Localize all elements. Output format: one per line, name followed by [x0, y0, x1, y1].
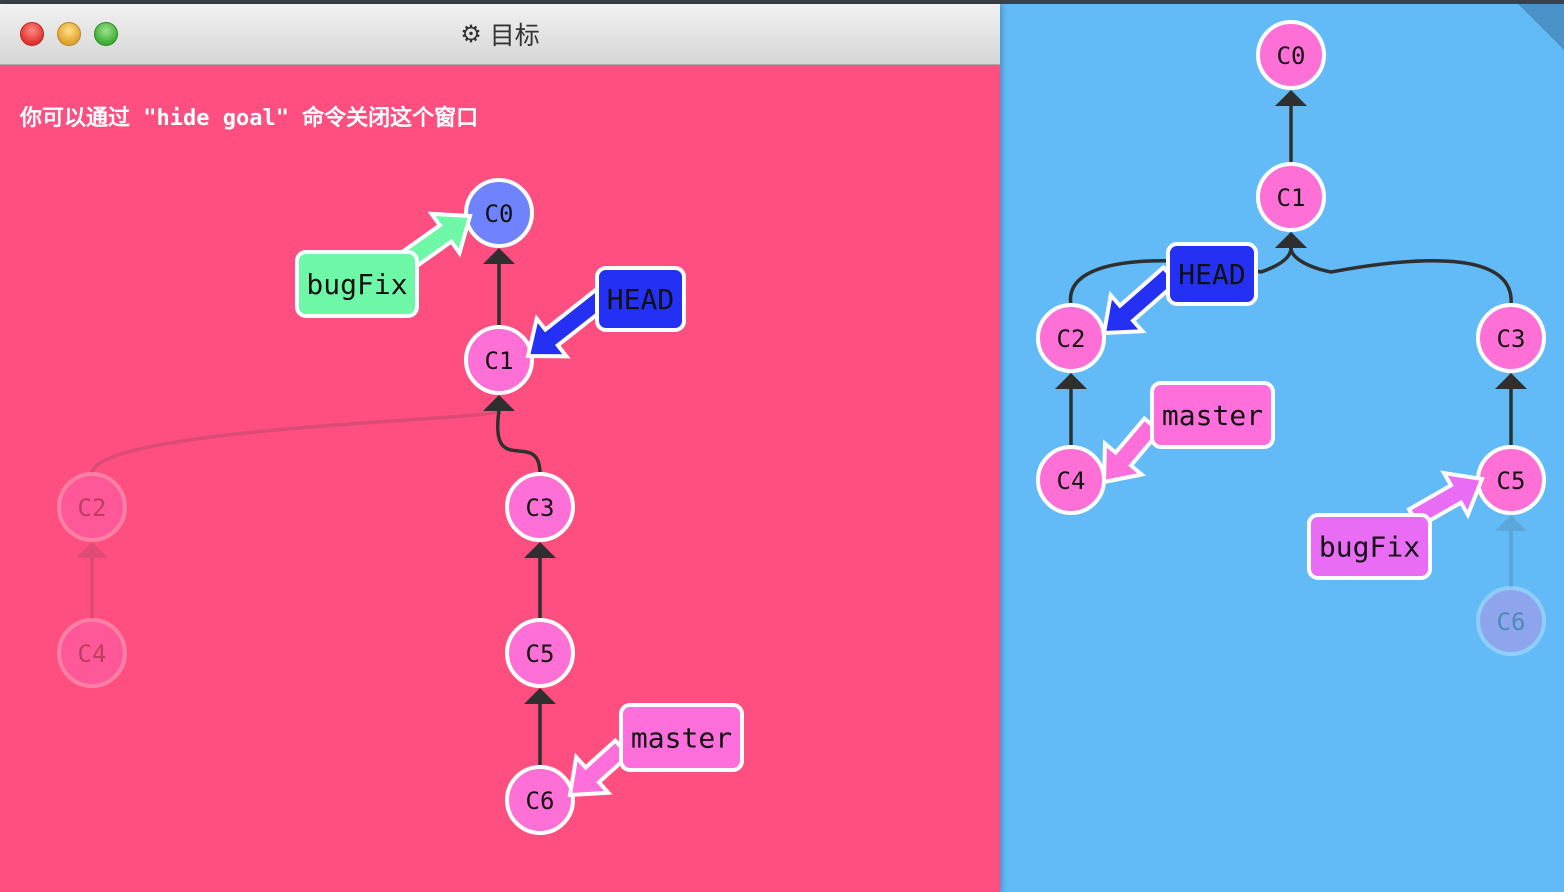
branch-HEAD[interactable]: HEAD — [1101, 242, 1258, 336]
branch-label-HEAD: HEAD — [1178, 258, 1245, 291]
edge-arrowhead-C5 — [1495, 373, 1527, 389]
commit-C0[interactable]: C0 — [1256, 20, 1326, 90]
commit-label-C1: C1 — [1277, 184, 1306, 212]
commit-C3[interactable]: C3 — [505, 472, 575, 542]
commit-C2[interactable]: C2 — [57, 472, 127, 542]
commit-label-C6: C6 — [1497, 608, 1526, 636]
edge-arrowhead-C4 — [1055, 373, 1087, 389]
commit-label-C2: C2 — [78, 494, 107, 522]
commit-C0[interactable]: C0 — [464, 178, 534, 248]
branch-label-bugFix: bugFix — [306, 268, 407, 301]
edge-arrowhead-C3 — [1275, 232, 1307, 248]
branch-label-HEAD: HEAD — [607, 283, 674, 316]
commit-C6[interactable]: C6 — [1476, 586, 1546, 656]
branch-label-master: master — [631, 722, 732, 755]
edge-arrowhead-C3 — [483, 395, 515, 411]
edge-C2-C1 — [90, 409, 501, 475]
commit-label-C0: C0 — [1277, 42, 1306, 70]
branch-HEAD[interactable]: HEAD — [525, 266, 686, 359]
commit-C2[interactable]: C2 — [1036, 303, 1106, 373]
commit-label-C4: C4 — [78, 640, 107, 668]
edge-C3-C1 — [1289, 247, 1513, 306]
commit-C3[interactable]: C3 — [1476, 303, 1546, 373]
commit-label-C6: C6 — [526, 787, 555, 815]
edge-C3-C1 — [496, 410, 542, 475]
commit-label-C0: C0 — [485, 200, 514, 228]
commit-C1[interactable]: C1 — [1256, 162, 1326, 232]
branch-bugFix[interactable]: bugFix — [1307, 470, 1485, 580]
branch-bugFix[interactable]: bugFix — [295, 211, 473, 318]
commit-C4[interactable]: C4 — [57, 618, 127, 688]
goal-tree-diagram: C0 C1 C2 C3 C4 C5 C6 bugFix HEAD master — [57, 178, 744, 835]
branch-label-bugFix: bugFix — [1319, 531, 1420, 564]
commit-label-C3: C3 — [1497, 325, 1526, 353]
commit-C6[interactable]: C6 — [505, 765, 575, 835]
commit-C4[interactable]: C4 — [1036, 445, 1106, 515]
commit-label-C3: C3 — [526, 494, 555, 522]
commit-label-C2: C2 — [1057, 325, 1086, 353]
edge-arrowhead-C6 — [524, 688, 556, 704]
branch-master[interactable]: master — [567, 703, 744, 798]
branch-label-master: master — [1162, 399, 1263, 432]
commit-label-C5: C5 — [1497, 467, 1526, 495]
branch-arrow-HEAD — [1101, 264, 1180, 336]
commit-label-C5: C5 — [526, 640, 555, 668]
commit-C5[interactable]: C5 — [1476, 445, 1546, 515]
edge-arrowhead-C6 — [1495, 515, 1527, 531]
commit-C1[interactable]: C1 — [464, 325, 534, 395]
branch-master[interactable]: master — [1101, 381, 1275, 485]
goal-window[interactable]: ⚙ 目标 你可以通过 "hide goal" 命令关闭这个窗口 C0 C1 C2 C3… — [0, 4, 1000, 892]
edge-arrowhead-C5 — [524, 542, 556, 558]
edge-arrowhead-C1 — [483, 248, 515, 264]
commit-label-C1: C1 — [485, 347, 514, 375]
commit-C5[interactable]: C5 — [505, 618, 575, 688]
edge-arrowhead-C4 — [76, 542, 108, 558]
commit-label-C4: C4 — [1057, 467, 1086, 495]
edge-arrowhead-C1 — [1275, 90, 1307, 106]
